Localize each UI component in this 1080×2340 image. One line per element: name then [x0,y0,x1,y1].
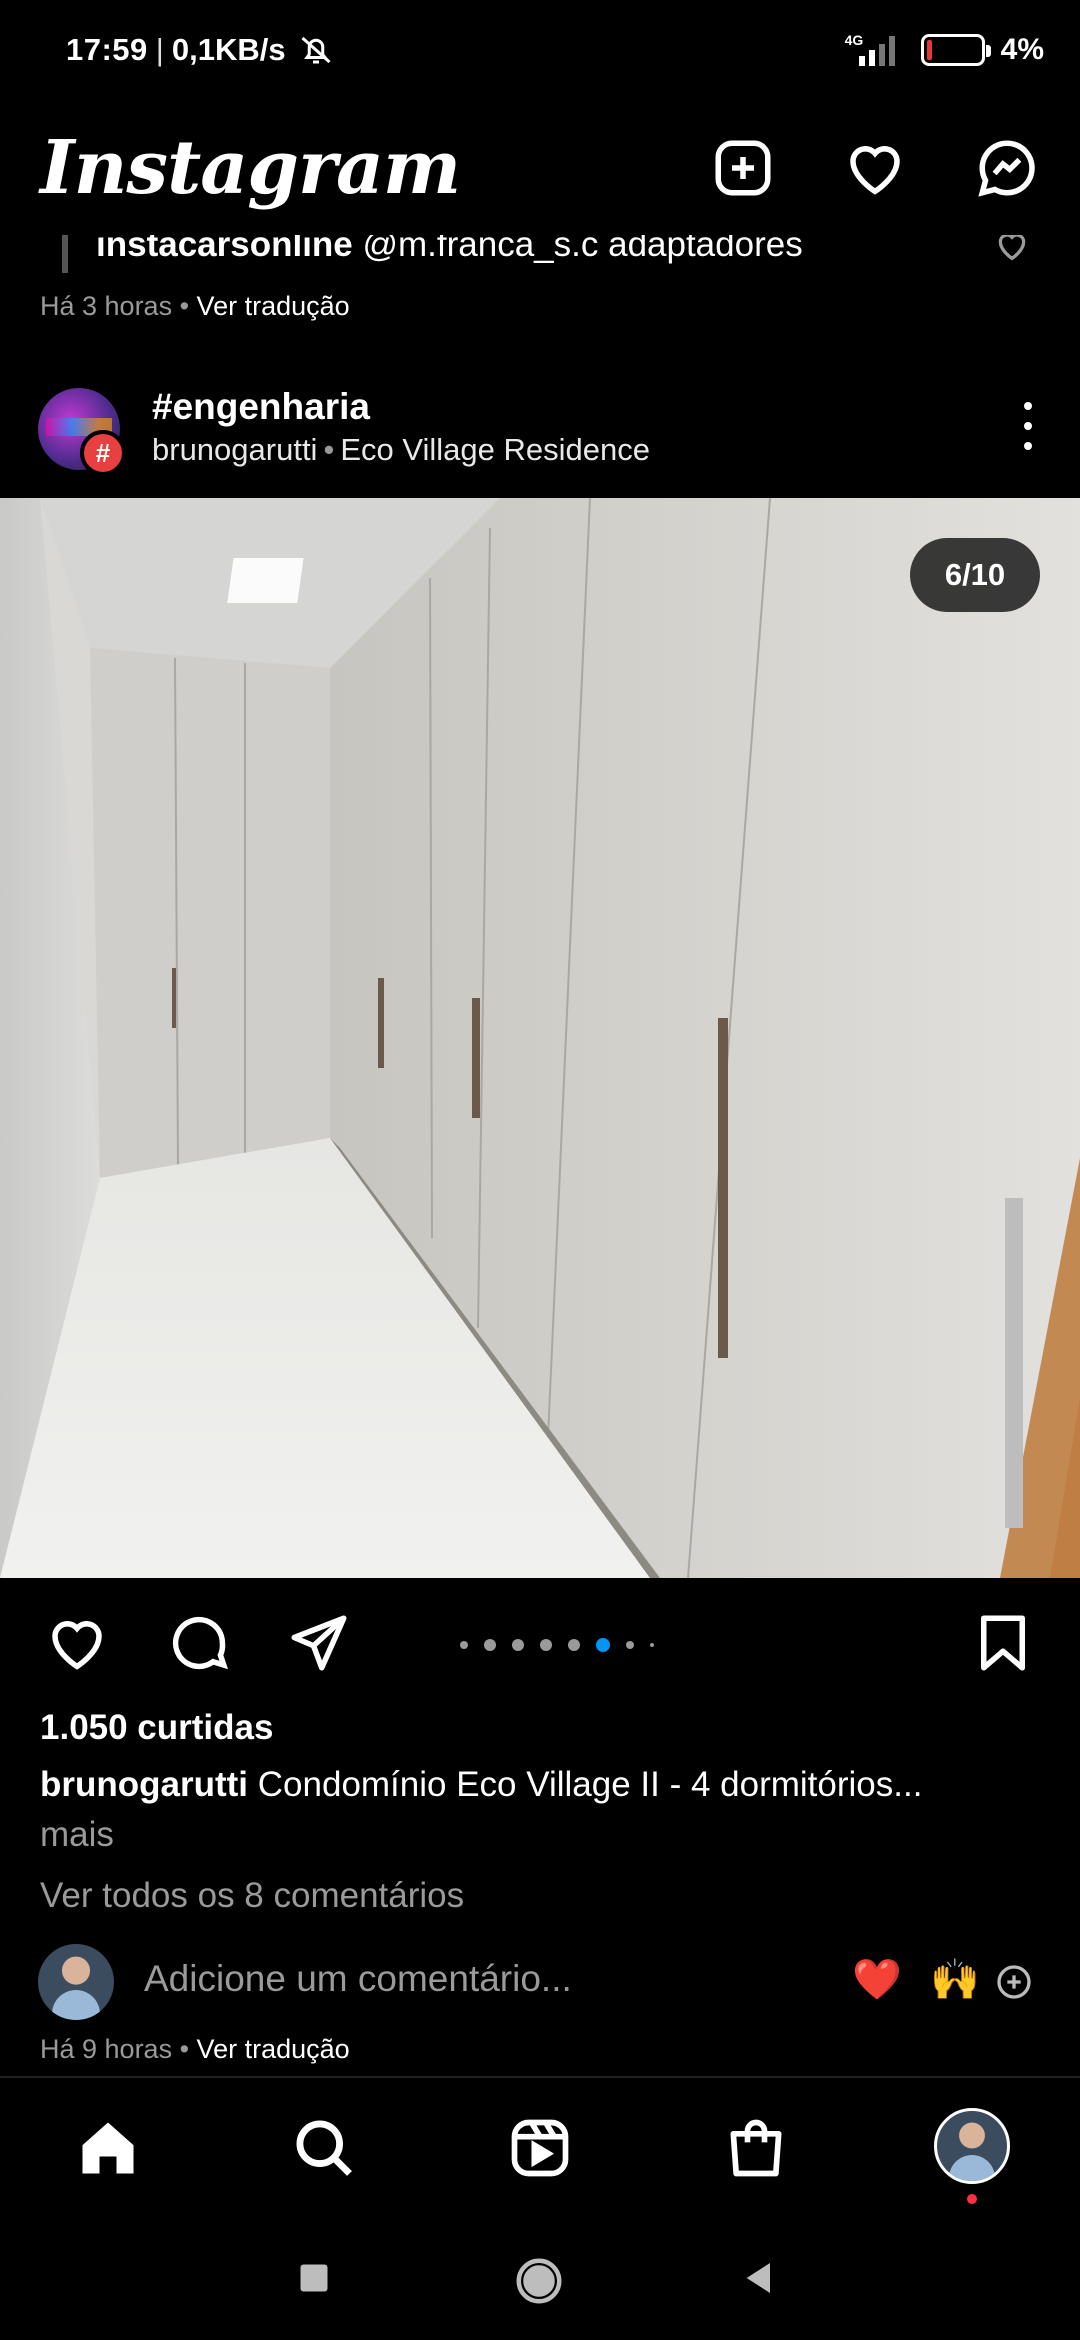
heart-icon[interactable] [842,135,908,201]
carousel-dot [568,1639,580,1651]
battery-icon [920,34,991,66]
comment-icon[interactable] [166,1610,232,1676]
caption-username[interactable]: brunogarutti [40,1765,248,1804]
instagram-logo[interactable]: Instagram [40,125,461,211]
caption-text: Condomínio Eco Village II - 4 dormitório… [257,1765,923,1804]
share-icon[interactable] [286,1610,352,1676]
status-bar: 17:59 | 0,1KB/s 4G 4% [0,0,1080,100]
view-all-comments-link[interactable]: Ver todos os 8 comentários [40,1876,464,1916]
carousel-dot-active [596,1638,610,1652]
hashtag-badge-icon: # [80,430,126,476]
add-comment-row: Adicione um comentário... ❤️ 🙌 [0,1944,1080,2024]
previous-post-tail: instacarsonline @m.franca_s.c adaptadore… [0,225,1080,345]
post-subtitle: brunogarutti • Eco Village Residence [152,432,650,467]
home-icon[interactable] [74,2114,142,2182]
home-button-icon[interactable] [512,2254,566,2308]
shop-icon[interactable] [722,2114,790,2182]
raised-hands-emoji-button[interactable]: 🙌 [930,1956,980,2003]
carousel-dot [460,1641,468,1649]
post-header: # #engenharia brunogarutti • Eco Village R… [0,380,1080,500]
post-hashtag[interactable]: #engenharia [152,386,370,428]
previous-translate-link[interactable]: Ver tradução [197,291,350,321]
bottom-nav [0,2078,1080,2218]
more-options-icon[interactable] [1022,402,1034,450]
post-username[interactable]: brunogarutti [152,432,317,467]
status-time: 17:59 [66,32,148,67]
recent-apps-icon[interactable] [296,2260,332,2296]
user-avatar [38,1944,114,2020]
carousel-dot [484,1639,496,1651]
carousel-dot [512,1639,524,1651]
back-icon[interactable] [740,2258,780,2298]
carousel-dot [626,1641,634,1649]
system-navigation [0,2218,1080,2340]
comment-input[interactable]: Adicione um comentário... [144,1958,572,2000]
app-header: Instagram [0,100,1080,235]
previous-post-time: Há 3 horas • Ver tradução [40,291,350,321]
post-location[interactable]: Eco Village Residence [340,432,650,467]
add-post-icon[interactable] [710,135,776,201]
status-separator: | [155,32,164,67]
signal-icon: 4G [845,32,905,68]
previous-post-timestamp: Há 3 horas [40,291,173,321]
translate-link[interactable]: Ver tradução [197,2034,350,2064]
post-time: Há 9 horas • Ver tradução [40,2034,350,2064]
closet-photo [0,498,1080,1578]
heart-emoji-button[interactable]: ❤️ [852,1956,902,2003]
post-caption[interactable]: brunogarutti Condomínio Eco Village II -… [40,1760,1040,1860]
carousel-indicator [460,1638,654,1652]
carousel-dot [650,1643,654,1647]
likes-count[interactable]: 1.050 curtidas [40,1708,273,1748]
bell-off-icon [301,36,331,64]
profile-avatar[interactable] [934,2108,1010,2184]
reels-icon[interactable] [506,2114,574,2182]
like-icon[interactable] [44,1610,110,1676]
caption-more-link[interactable]: mais [40,1810,1040,1860]
add-emoji-icon[interactable] [994,1962,1034,2002]
post-image[interactable]: 6/10 [0,498,1080,1578]
notification-dot [967,2194,977,2204]
network-speed: 0,1KB/s [171,32,286,67]
save-icon[interactable] [970,1610,1036,1676]
post-actions [0,1604,1080,1684]
messenger-icon[interactable] [974,135,1040,201]
image-counter: 6/10 [910,538,1040,612]
post-timestamp: Há 9 horas [40,2034,173,2064]
battery-percent: 4% [1000,33,1044,66]
search-icon[interactable] [290,2114,358,2182]
carousel-dot [540,1639,552,1651]
